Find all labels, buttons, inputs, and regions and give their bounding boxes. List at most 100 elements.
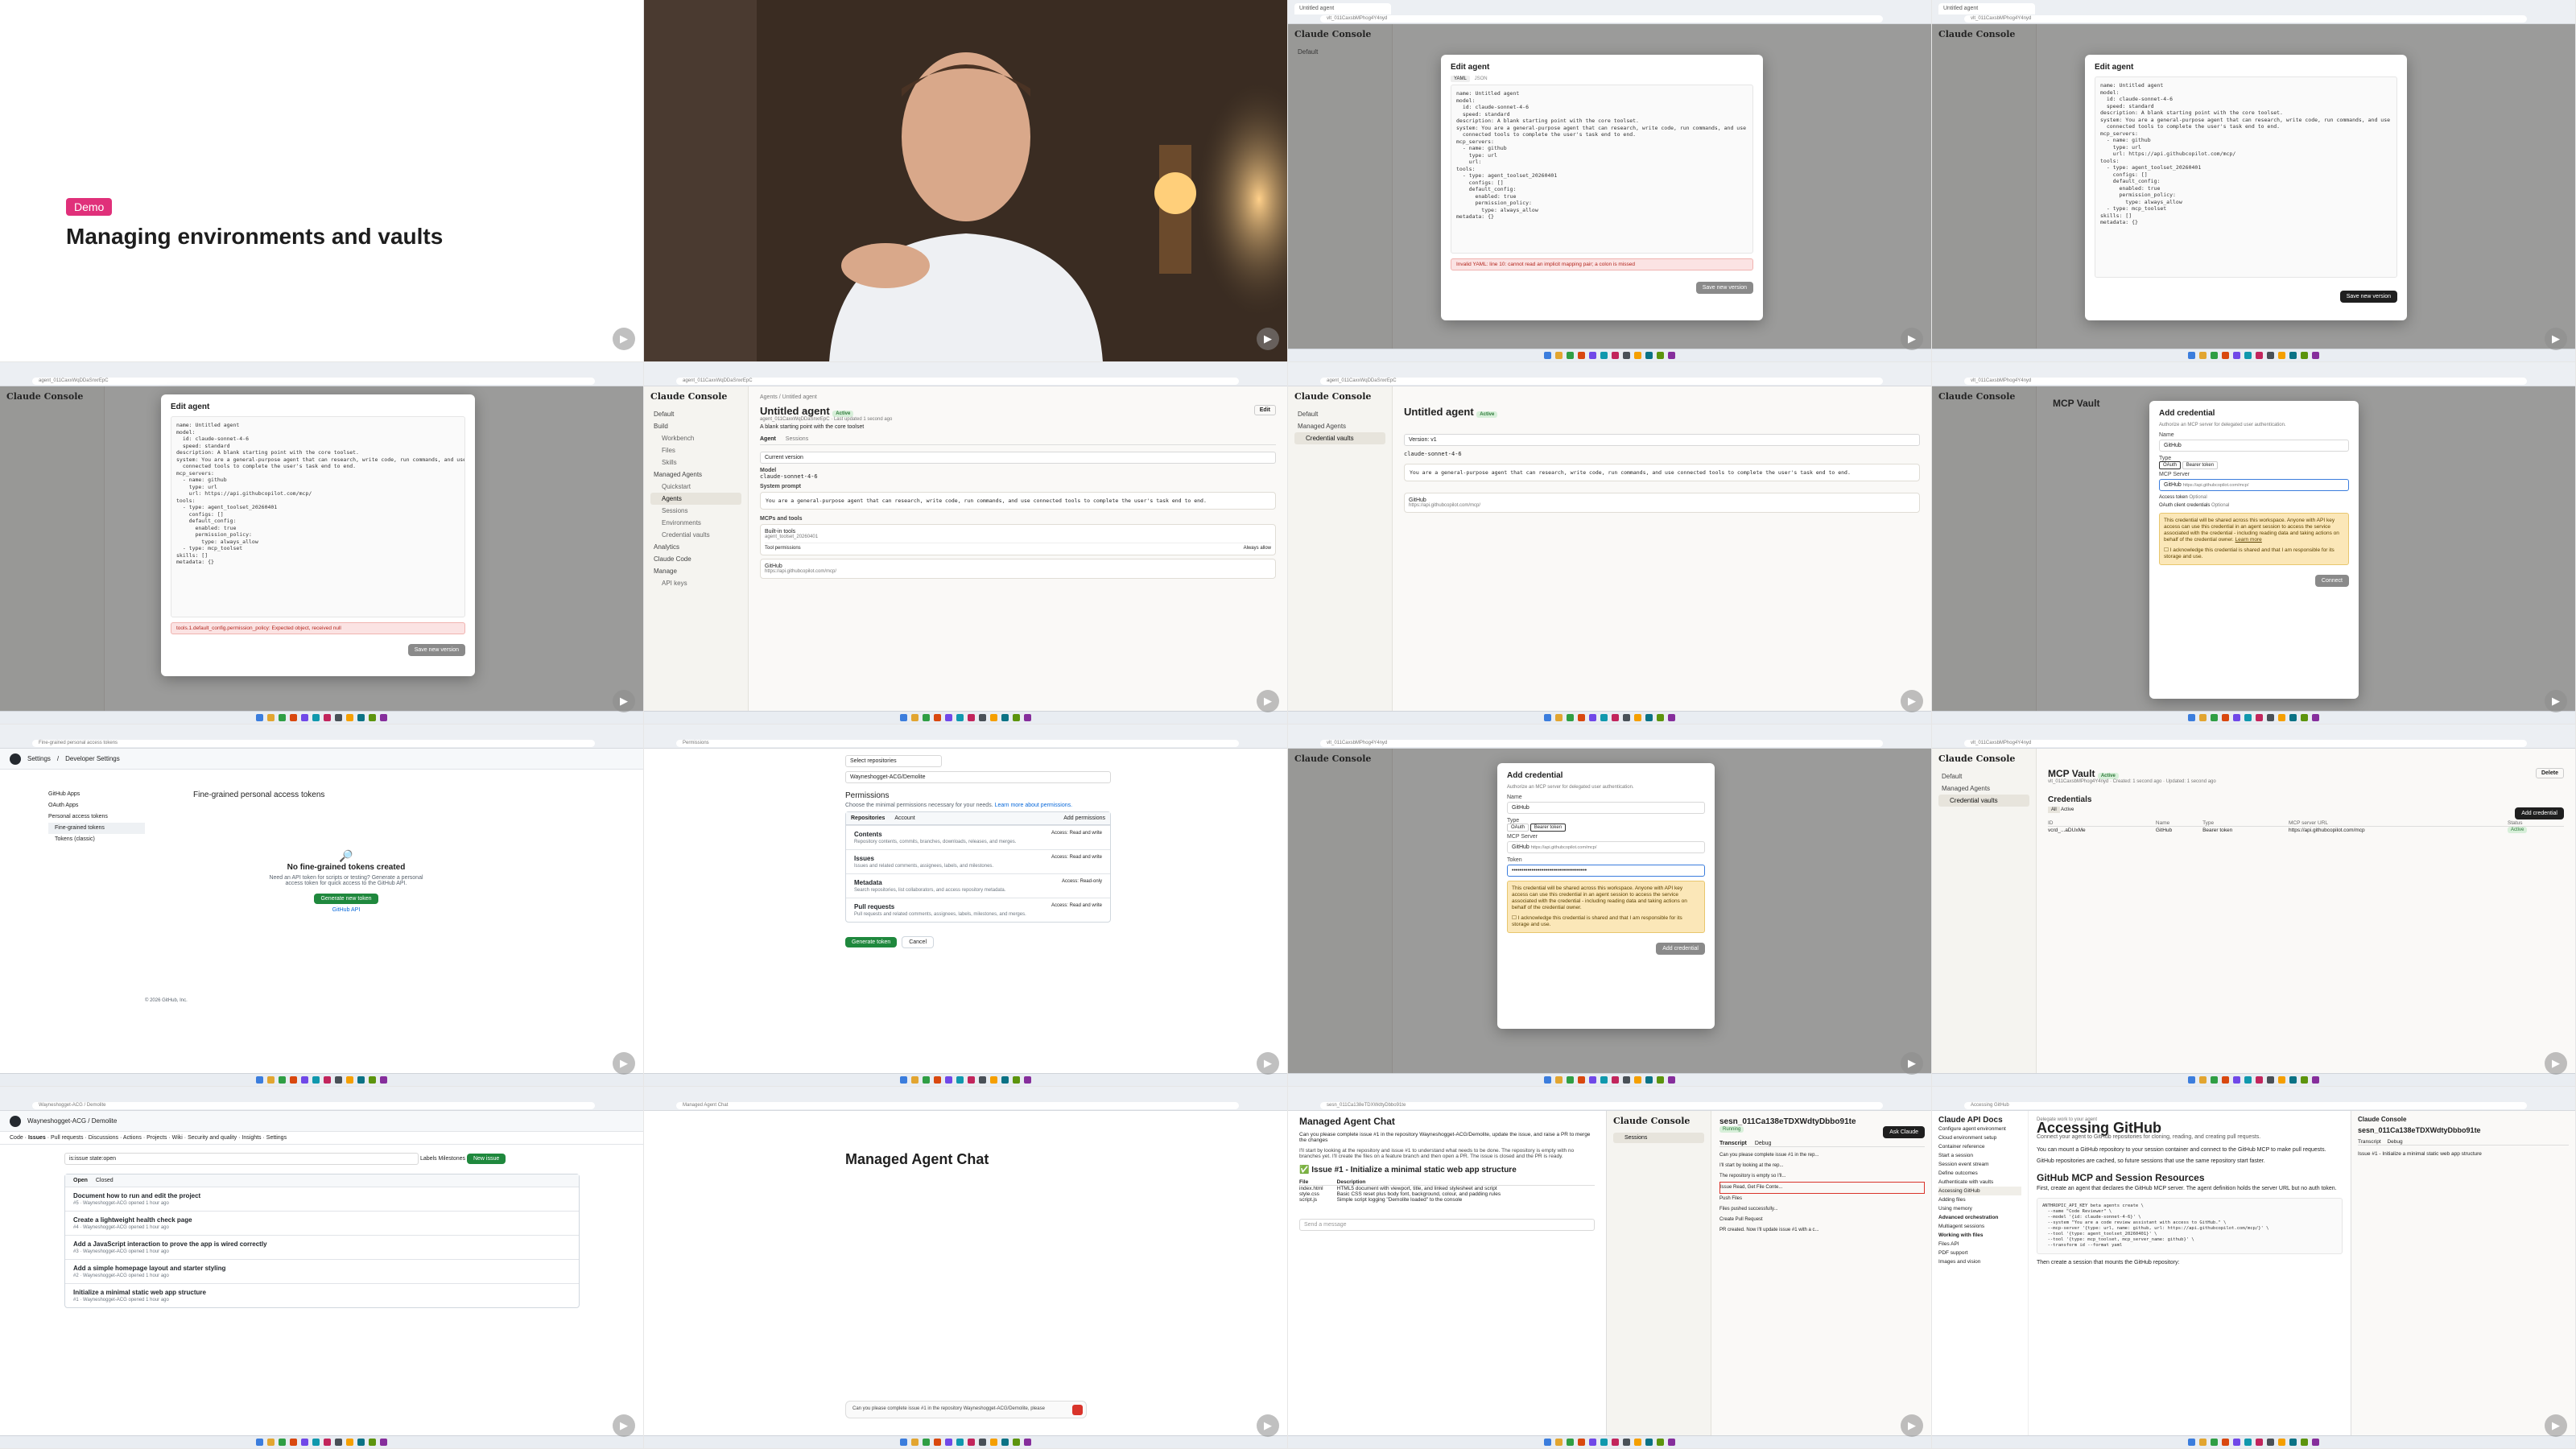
repo-select[interactable]: Select repositories (845, 755, 942, 767)
type-oauth[interactable]: OAuth (1507, 824, 1530, 832)
issue-title[interactable]: Add a simple homepage layout and starter… (73, 1265, 571, 1272)
taskbar-app-icon[interactable] (335, 1076, 342, 1084)
taskbar-app-icon[interactable] (2199, 1439, 2207, 1446)
client-credentials-toggle[interactable]: OAuth client credentials (2159, 503, 2210, 508)
taskbar-app-icon[interactable] (2233, 1439, 2240, 1446)
taskbar-app-icon[interactable] (1645, 1076, 1653, 1084)
issue-title[interactable]: Create a lightweight health check page (73, 1216, 571, 1224)
taskbar-app-icon[interactable] (934, 1439, 941, 1446)
taskbar-app-icon[interactable] (1013, 1439, 1020, 1446)
add-credential-button[interactable]: Add credential (2515, 807, 2564, 819)
taskbar-app-icon[interactable] (2312, 1076, 2319, 1084)
taskbar-app-icon[interactable] (312, 1076, 320, 1084)
taskbar-app-icon[interactable] (1657, 352, 1664, 359)
taskbar-app-icon[interactable] (934, 1076, 941, 1084)
repo-name[interactable]: Wayneshogget-ACG / Demolite (27, 1117, 117, 1125)
taskbar-app-icon[interactable] (945, 714, 952, 721)
url-bar[interactable]: sesn_011Ca138eTDXWdtyDbbo91te (1320, 1102, 1883, 1109)
milestones-button[interactable]: Milestones (439, 1156, 465, 1162)
save-version-button[interactable]: Save new version (407, 644, 465, 656)
taskbar-app-icon[interactable] (1001, 714, 1009, 721)
issue-title[interactable]: Initialize a minimal static web app stru… (73, 1289, 571, 1296)
version-select[interactable]: Version: v1 (1404, 434, 1920, 446)
save-version-button[interactable]: Save new version (1695, 282, 1753, 294)
taskbar-app-icon[interactable] (1578, 1439, 1585, 1446)
sidebar-item-files[interactable]: Files (650, 444, 741, 456)
sidebar-item-credential-vaults[interactable]: Credential vaults (650, 529, 741, 541)
access-token-toggle[interactable]: Access token (2159, 495, 2188, 500)
ask-claude-button[interactable]: Ask Claude (1883, 1126, 1925, 1138)
taskbar-app-icon[interactable] (1634, 1076, 1641, 1084)
url-bar[interactable]: vlt_011CaxsbMPhog4Y4nyd (1964, 15, 2527, 23)
tab-actions[interactable]: Actions (123, 1135, 142, 1141)
taskbar-app-icon[interactable] (267, 1076, 275, 1084)
taskbar-app-icon[interactable] (2267, 1439, 2274, 1446)
taskbar-app-icon[interactable] (2199, 352, 2207, 359)
taskbar-app-icon[interactable] (2301, 1439, 2308, 1446)
taskbar-app-icon[interactable] (2222, 352, 2229, 359)
taskbar-app-icon[interactable] (335, 1439, 342, 1446)
taskbar-app-icon[interactable] (2211, 1439, 2218, 1446)
taskbar-app-icon[interactable] (945, 1076, 952, 1084)
taskbar-app-icon[interactable] (990, 1439, 997, 1446)
taskbar-app-icon[interactable] (2244, 1076, 2252, 1084)
taskbar-app-icon[interactable] (1623, 714, 1630, 721)
list-item[interactable]: Document how to run and edit the project… (65, 1187, 579, 1211)
taskbar-app-icon[interactable] (1645, 714, 1653, 721)
issue-title[interactable]: Document how to run and edit the project (73, 1192, 571, 1199)
event-row[interactable]: Push Files (1719, 1194, 1925, 1204)
side-fine-grained[interactable]: Fine-grained tokens (48, 823, 145, 834)
sidebar-item-environments[interactable]: Environments (650, 517, 741, 529)
taskbar-app-icon[interactable] (1657, 714, 1664, 721)
taskbar-app-icon[interactable] (1600, 1439, 1608, 1446)
taskbar-app-icon[interactable] (335, 714, 342, 721)
taskbar-app-icon[interactable] (1555, 352, 1563, 359)
chat-input[interactable]: Send a message (1299, 1219, 1595, 1231)
github-mcp-card[interactable]: GitHub https://api.githubcopilot.com/mcp… (1404, 493, 1920, 513)
taskbar-app-icon[interactable] (968, 714, 975, 721)
connect-button[interactable]: Connect (2314, 575, 2349, 587)
tab-repositories[interactable]: Repositories (851, 815, 885, 821)
filter-active[interactable]: Active (2061, 807, 2074, 812)
taskbar-app-icon[interactable] (380, 714, 387, 721)
event-row[interactable]: Issue Read, Get File Conte... (1719, 1182, 1925, 1194)
tab-projects[interactable]: Projects (147, 1135, 167, 1141)
side-github-apps[interactable]: GitHub Apps (48, 789, 145, 800)
perm-access[interactable]: Access: Read and write (1051, 831, 1102, 836)
sidebar-item-manage[interactable]: Manage (650, 565, 741, 577)
tab-discussions[interactable]: Discussions (89, 1135, 118, 1141)
github-mcp-card[interactable]: GitHub https://api.githubcopilot.com/mcp… (760, 559, 1276, 579)
sidebar-item-workbench[interactable]: Workbench (650, 432, 741, 444)
labels-button[interactable]: Labels (420, 1156, 437, 1162)
url-bar[interactable]: vlt_011CaxsbMPhog4Y4nyd (1320, 740, 1883, 747)
tab-issues[interactable]: Issues (28, 1135, 46, 1141)
ack-checkbox[interactable]: ☐ I acknowledge this credential is share… (1512, 915, 1700, 928)
taskbar-app-icon[interactable] (1544, 714, 1551, 721)
docs-nav-item[interactable]: Configure agent environment (1938, 1125, 2021, 1133)
taskbar-app-icon[interactable] (290, 714, 297, 721)
list-item[interactable]: Initialize a minimal static web app stru… (65, 1283, 579, 1307)
taskbar-app-icon[interactable] (1024, 1439, 1031, 1446)
taskbar-app-icon[interactable] (1567, 1076, 1574, 1084)
taskbar-app-icon[interactable] (2188, 714, 2195, 721)
sidebar-item-managed-agents[interactable]: Managed Agents (1294, 420, 1385, 432)
taskbar-app-icon[interactable] (2301, 1076, 2308, 1084)
send-icon[interactable] (1072, 1405, 1083, 1415)
taskbar-app-icon[interactable] (1600, 714, 1608, 721)
taskbar-app-icon[interactable] (267, 714, 275, 721)
taskbar-app-icon[interactable] (1001, 1439, 1009, 1446)
taskbar-app-icon[interactable] (1634, 352, 1641, 359)
taskbar-app-icon[interactable] (945, 1439, 952, 1446)
taskbar-app-icon[interactable] (2278, 1439, 2285, 1446)
sidebar-item-quickstart[interactable]: Quickstart (650, 481, 741, 493)
mcp-server-select[interactable]: GitHub https://api.githubcopilot.com/mcp… (1507, 841, 1705, 853)
taskbar-app-icon[interactable] (2289, 714, 2297, 721)
taskbar-app-icon[interactable] (1623, 352, 1630, 359)
docs-nav-item[interactable]: Files API (1938, 1240, 2021, 1249)
taskbar-app-icon[interactable] (1567, 714, 1574, 721)
taskbar-app-icon[interactable] (1013, 1076, 1020, 1084)
taskbar-app-icon[interactable] (900, 1439, 907, 1446)
taskbar-app-icon[interactable] (324, 714, 331, 721)
edit-button[interactable]: Edit (1253, 405, 1276, 415)
taskbar-app-icon[interactable] (2222, 1076, 2229, 1084)
